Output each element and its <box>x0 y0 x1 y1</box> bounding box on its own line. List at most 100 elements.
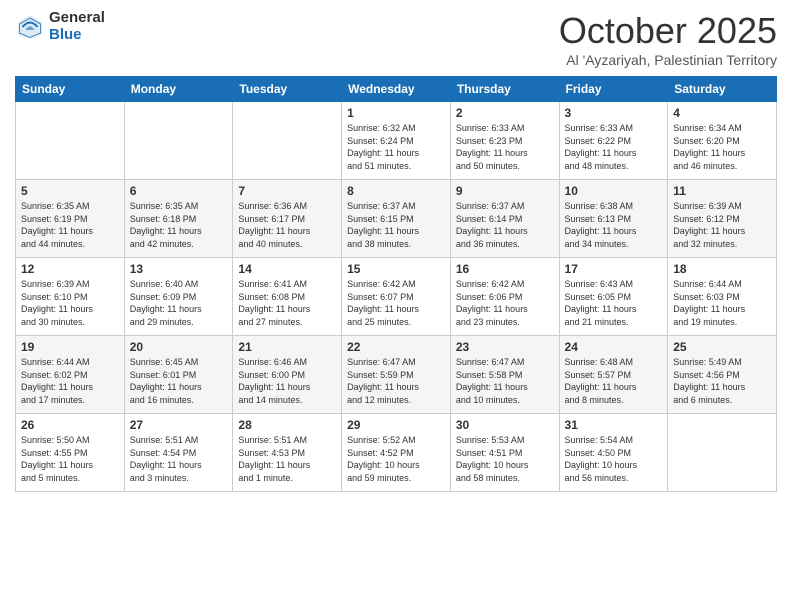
day-number: 21 <box>238 340 336 354</box>
day-info: Sunrise: 6:38 AM Sunset: 6:13 PM Dayligh… <box>565 200 663 250</box>
day-info: Sunrise: 6:42 AM Sunset: 6:07 PM Dayligh… <box>347 278 445 328</box>
day-number: 2 <box>456 106 554 120</box>
calendar-week-row: 1 Sunrise: 6:32 AM Sunset: 6:24 PM Daylig… <box>16 102 777 180</box>
day-info: Sunrise: 6:44 AM Sunset: 6:03 PM Dayligh… <box>673 278 771 328</box>
header: General Blue October 2025 Al 'Ayzariyah,… <box>15 10 777 68</box>
day-info: Sunrise: 6:41 AM Sunset: 6:08 PM Dayligh… <box>238 278 336 328</box>
day-info: Sunrise: 5:49 AM Sunset: 4:56 PM Dayligh… <box>673 356 771 406</box>
day-number: 18 <box>673 262 771 276</box>
day-info: Sunrise: 6:37 AM Sunset: 6:15 PM Dayligh… <box>347 200 445 250</box>
day-number: 1 <box>347 106 445 120</box>
day-info: Sunrise: 6:42 AM Sunset: 6:06 PM Dayligh… <box>456 278 554 328</box>
calendar-cell: 5Sunrise: 6:35 AM Sunset: 6:19 PM Daylig… <box>16 180 125 258</box>
calendar-cell: 1 Sunrise: 6:32 AM Sunset: 6:24 PM Daylig… <box>342 102 451 180</box>
calendar-cell: 16 Sunrise: 6:42 AM Sunset: 6:06 PM Dayli… <box>450 258 559 336</box>
weekday-header: Friday <box>559 77 668 102</box>
day-number: 26 <box>21 418 119 432</box>
day-number: 23 <box>456 340 554 354</box>
calendar-cell: 12 Sunrise: 6:39 AM Sunset: 6:10 PM Dayli… <box>16 258 125 336</box>
day-info: Sunrise: 6:46 AM Sunset: 6:00 PM Dayligh… <box>238 356 336 406</box>
calendar-cell: 19 Sunrise: 6:44 AM Sunset: 6:02 PM Dayli… <box>16 336 125 414</box>
day-number: 16 <box>456 262 554 276</box>
calendar-cell <box>233 102 342 180</box>
day-info: Sunrise: 5:54 AM Sunset: 4:50 PM Dayligh… <box>565 434 663 484</box>
calendar-cell: 14Sunrise: 6:41 AM Sunset: 6:08 PM Dayli… <box>233 258 342 336</box>
day-number: 5 <box>21 184 119 198</box>
calendar-cell: 15 Sunrise: 6:42 AM Sunset: 6:07 PM Dayli… <box>342 258 451 336</box>
day-number: 6 <box>130 184 228 198</box>
calendar-week-row: 12 Sunrise: 6:39 AM Sunset: 6:10 PM Dayli… <box>16 258 777 336</box>
calendar-cell: 22 Sunrise: 6:47 AM Sunset: 5:59 PM Dayli… <box>342 336 451 414</box>
month-title: October 2025 <box>559 10 777 52</box>
calendar-week-row: 26 Sunrise: 5:50 AM Sunset: 4:55 PM Dayli… <box>16 414 777 492</box>
day-info: Sunrise: 6:35 AM Sunset: 6:18 PM Dayligh… <box>130 200 228 250</box>
logo-general: General <box>49 10 105 27</box>
calendar-cell: 18 Sunrise: 6:44 AM Sunset: 6:03 PM Dayli… <box>668 258 777 336</box>
weekday-header: Thursday <box>450 77 559 102</box>
calendar-cell: 20 Sunrise: 6:45 AM Sunset: 6:01 PM Dayli… <box>124 336 233 414</box>
day-info: Sunrise: 5:53 AM Sunset: 4:51 PM Dayligh… <box>456 434 554 484</box>
calendar-cell: 23Sunrise: 6:47 AM Sunset: 5:58 PM Dayli… <box>450 336 559 414</box>
day-number: 29 <box>347 418 445 432</box>
day-number: 28 <box>238 418 336 432</box>
calendar-cell: 7Sunrise: 6:36 AM Sunset: 6:17 PM Daylig… <box>233 180 342 258</box>
day-info: Sunrise: 6:48 AM Sunset: 5:57 PM Dayligh… <box>565 356 663 406</box>
calendar-cell: 31 Sunrise: 5:54 AM Sunset: 4:50 PM Dayli… <box>559 414 668 492</box>
day-info: Sunrise: 6:43 AM Sunset: 6:05 PM Dayligh… <box>565 278 663 328</box>
day-info: Sunrise: 6:33 AM Sunset: 6:23 PM Dayligh… <box>456 122 554 172</box>
calendar-cell: 24Sunrise: 6:48 AM Sunset: 5:57 PM Dayli… <box>559 336 668 414</box>
calendar-cell: 21 Sunrise: 6:46 AM Sunset: 6:00 PM Dayli… <box>233 336 342 414</box>
calendar-cell: 17 Sunrise: 6:43 AM Sunset: 6:05 PM Dayli… <box>559 258 668 336</box>
calendar-cell: 8Sunrise: 6:37 AM Sunset: 6:15 PM Daylig… <box>342 180 451 258</box>
day-info: Sunrise: 6:39 AM Sunset: 6:12 PM Dayligh… <box>673 200 771 250</box>
location-title: Al 'Ayzariyah, Palestinian Territory <box>559 52 777 68</box>
logo-blue: Blue <box>49 27 105 44</box>
day-info: Sunrise: 6:45 AM Sunset: 6:01 PM Dayligh… <box>130 356 228 406</box>
day-info: Sunrise: 6:34 AM Sunset: 6:20 PM Dayligh… <box>673 122 771 172</box>
logo: General Blue <box>15 10 105 43</box>
title-block: October 2025 Al 'Ayzariyah, Palestinian … <box>559 10 777 68</box>
day-info: Sunrise: 6:32 AM Sunset: 6:24 PM Dayligh… <box>347 122 445 172</box>
page: General Blue October 2025 Al 'Ayzariyah,… <box>0 0 792 612</box>
calendar-week-row: 5Sunrise: 6:35 AM Sunset: 6:19 PM Daylig… <box>16 180 777 258</box>
day-info: Sunrise: 5:50 AM Sunset: 4:55 PM Dayligh… <box>21 434 119 484</box>
day-number: 15 <box>347 262 445 276</box>
day-info: Sunrise: 5:51 AM Sunset: 4:53 PM Dayligh… <box>238 434 336 484</box>
weekday-header: Sunday <box>16 77 125 102</box>
day-number: 13 <box>130 262 228 276</box>
day-number: 20 <box>130 340 228 354</box>
day-info: Sunrise: 6:47 AM Sunset: 5:59 PM Dayligh… <box>347 356 445 406</box>
calendar-cell <box>668 414 777 492</box>
calendar-cell: 25Sunrise: 5:49 AM Sunset: 4:56 PM Dayli… <box>668 336 777 414</box>
calendar-cell: 2 Sunrise: 6:33 AM Sunset: 6:23 PM Daylig… <box>450 102 559 180</box>
calendar-cell: 29Sunrise: 5:52 AM Sunset: 4:52 PM Dayli… <box>342 414 451 492</box>
calendar-cell: 26 Sunrise: 5:50 AM Sunset: 4:55 PM Dayli… <box>16 414 125 492</box>
weekday-header: Saturday <box>668 77 777 102</box>
calendar-cell: 3Sunrise: 6:33 AM Sunset: 6:22 PM Daylig… <box>559 102 668 180</box>
day-number: 19 <box>21 340 119 354</box>
weekday-header: Monday <box>124 77 233 102</box>
calendar-cell: 6 Sunrise: 6:35 AM Sunset: 6:18 PM Daylig… <box>124 180 233 258</box>
day-number: 27 <box>130 418 228 432</box>
calendar-cell: 4Sunrise: 6:34 AM Sunset: 6:20 PM Daylig… <box>668 102 777 180</box>
calendar-cell: 11Sunrise: 6:39 AM Sunset: 6:12 PM Dayli… <box>668 180 777 258</box>
day-number: 30 <box>456 418 554 432</box>
day-info: Sunrise: 6:40 AM Sunset: 6:09 PM Dayligh… <box>130 278 228 328</box>
day-info: Sunrise: 6:33 AM Sunset: 6:22 PM Dayligh… <box>565 122 663 172</box>
weekday-header: Wednesday <box>342 77 451 102</box>
day-number: 10 <box>565 184 663 198</box>
calendar-cell: 9Sunrise: 6:37 AM Sunset: 6:14 PM Daylig… <box>450 180 559 258</box>
calendar-cell: 13 Sunrise: 6:40 AM Sunset: 6:09 PM Dayli… <box>124 258 233 336</box>
calendar-cell: 10 Sunrise: 6:38 AM Sunset: 6:13 PM Dayli… <box>559 180 668 258</box>
calendar-cell <box>16 102 125 180</box>
day-info: Sunrise: 6:44 AM Sunset: 6:02 PM Dayligh… <box>21 356 119 406</box>
day-info: Sunrise: 6:39 AM Sunset: 6:10 PM Dayligh… <box>21 278 119 328</box>
day-number: 31 <box>565 418 663 432</box>
logo-text: General Blue <box>49 10 105 43</box>
day-number: 17 <box>565 262 663 276</box>
day-info: Sunrise: 6:36 AM Sunset: 6:17 PM Dayligh… <box>238 200 336 250</box>
day-number: 22 <box>347 340 445 354</box>
calendar: SundayMondayTuesdayWednesdayThursdayFrid… <box>15 76 777 492</box>
weekday-header: Tuesday <box>233 77 342 102</box>
day-number: 12 <box>21 262 119 276</box>
